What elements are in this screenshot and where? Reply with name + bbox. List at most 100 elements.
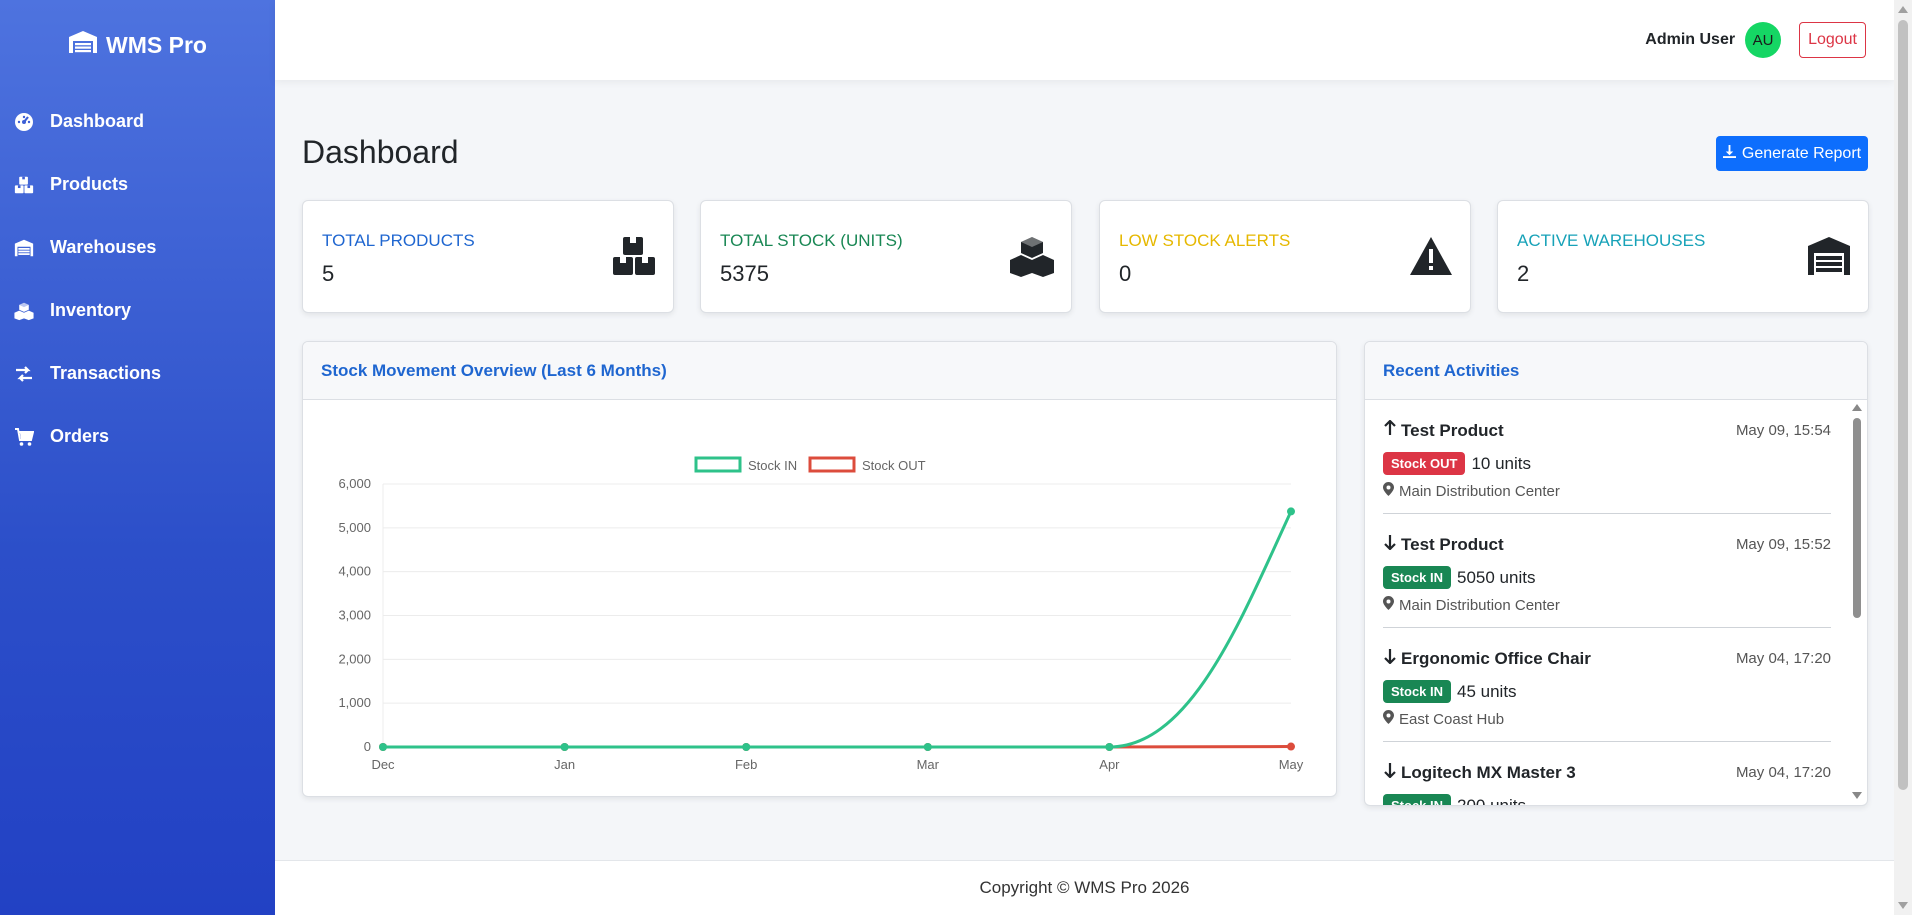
stat-label: ACTIVE WAREHOUSES <box>1517 231 1706 250</box>
activity-qty: 5050 units <box>1457 567 1536 587</box>
user-name: Admin User <box>1645 31 1736 48</box>
stat-value: 0 <box>1119 261 1132 286</box>
scroll-up-icon[interactable] <box>1898 6 1908 13</box>
activity-location-text: Main Distribution Center <box>1399 596 1560 614</box>
activity-title: Test Product <box>1383 419 1504 441</box>
warehouse-icon <box>14 238 34 258</box>
legend-label: Stock OUT <box>862 458 926 473</box>
activity-type-badge: Stock IN <box>1383 680 1452 703</box>
sidebar-item-label: Orders <box>50 426 110 446</box>
scroll-down-icon[interactable] <box>1898 902 1908 909</box>
data-point <box>1287 507 1295 516</box>
series-line-stock-in <box>382 510 1293 749</box>
y-tick-label: 3,000 <box>338 608 371 623</box>
activity-detail: Stock IN 45 units <box>1383 680 1517 703</box>
warehouse-icon <box>68 30 98 60</box>
activity-title: Ergonomic Office Chair <box>1383 648 1591 669</box>
activity-time: May 09, 15:54 <box>1735 422 1831 439</box>
x-tick-label: Mar <box>917 757 940 772</box>
activity-detail: Stock IN 200 units <box>1383 794 1526 805</box>
recent-activities-card: Recent Activities Test Product May 09, 15… <box>1364 341 1868 806</box>
brand[interactable]: WMS Pro <box>0 0 275 90</box>
logout-button[interactable]: Logout <box>1799 22 1866 58</box>
y-tick-label: 6,000 <box>338 476 371 491</box>
y-tick-label: 4,000 <box>338 564 371 579</box>
stat-value: 5 <box>322 261 335 286</box>
download-icon <box>1722 144 1736 163</box>
footer-text: Copyright © WMS Pro 2026 <box>979 878 1190 897</box>
activity-qty: 10 units <box>1471 453 1532 473</box>
data-point <box>742 743 751 751</box>
sidebar-item-label: Inventory <box>50 300 132 320</box>
scrollbar-thumb[interactable] <box>1898 20 1908 790</box>
generate-report-label: Generate Report <box>1741 144 1862 162</box>
data-point <box>1105 743 1114 751</box>
activity-product: Test Product <box>1401 534 1504 554</box>
activity-qty: 45 units <box>1457 681 1517 701</box>
topbar: Admin User AU Logout <box>275 0 1894 80</box>
legend-label: Stock IN <box>748 458 797 473</box>
sidebar-item-products[interactable]: Products <box>0 153 275 216</box>
activity-item[interactable]: Logitech MX Master 3 May 04, 17:20 Stock I… <box>1383 742 1831 805</box>
sidebar-item-transactions[interactable]: Transactions <box>0 342 275 405</box>
warehouse-icon <box>1806 235 1852 277</box>
activity-item[interactable]: Ergonomic Office Chair May 04, 17:20 Stock… <box>1383 628 1831 742</box>
activity-detail: Stock IN 5050 units <box>1383 566 1535 589</box>
activity-title: Test Product <box>1383 534 1504 555</box>
activity-location: Main Distribution Center <box>1383 482 1560 500</box>
activity-location: East Coast Hub <box>1383 710 1504 728</box>
activity-detail: Stock OUT 10 units <box>1383 452 1531 475</box>
warning-icon <box>1408 235 1454 277</box>
sidebar-item-label: Products <box>50 174 129 194</box>
sidebar-item-warehouses[interactable]: Warehouses <box>0 216 275 279</box>
activity-scrollbar[interactable] <box>1851 404 1863 799</box>
arrow-down-icon <box>1383 648 1397 669</box>
activity-product: Test Product <box>1401 420 1504 440</box>
activity-product: Ergonomic Office Chair <box>1401 648 1591 668</box>
activity-list[interactable]: Test Product May 09, 15:54 Stock OUT 10 uni… <box>1365 400 1867 805</box>
stat-card-active-warehouses: ACTIVE WAREHOUSES 2 <box>1497 200 1869 313</box>
stock-movement-card: Stock Movement Overview (Last 6 Months) … <box>302 341 1337 797</box>
stat-card-total-stock-units: TOTAL STOCK (UNITS) 5375 <box>700 200 1072 313</box>
sidebar-item-orders[interactable]: Orders <box>0 405 275 468</box>
stat-value: 5375 <box>720 261 769 286</box>
x-tick-label: Jan <box>554 757 575 772</box>
stat-card-total-products: TOTAL PRODUCTS 5 <box>302 200 674 313</box>
scrollbar-thumb[interactable] <box>1853 418 1861 618</box>
data-point <box>1287 742 1295 751</box>
activity-time: May 04, 17:20 <box>1735 650 1831 667</box>
stock-movement-chart: 0 1,000 2,000 3,000 4,000 5,000 6,000 Dec Jan Feb… <box>338 456 1304 772</box>
data-point <box>923 743 932 751</box>
cubes-icon <box>1009 235 1055 277</box>
activity-location-text: Main Distribution Center <box>1399 482 1560 500</box>
map-pin-icon <box>1383 710 1394 728</box>
data-point <box>560 743 569 751</box>
sidebar-item-inventory[interactable]: Inventory <box>0 279 275 342</box>
activity-item[interactable]: Test Product May 09, 15:52 Stock IN 5050 un… <box>1383 514 1831 628</box>
boxes-icon <box>14 175 34 195</box>
generate-report-button[interactable]: Generate Report <box>1716 136 1868 171</box>
brand-name: WMS Pro <box>106 31 207 58</box>
legend-swatch <box>808 456 856 473</box>
activity-type-badge: Stock IN <box>1383 566 1452 589</box>
activity-time: May 04, 17:20 <box>1735 764 1831 781</box>
exchange-icon <box>14 364 34 384</box>
footer: Copyright © WMS Pro 2026 <box>275 860 1894 915</box>
activity-type-badge: Stock IN <box>1383 794 1452 805</box>
avatar[interactable]: AU <box>1745 22 1782 58</box>
cubes-icon <box>14 301 34 321</box>
sidebar: WMS Pro Dashboard Products Warehouses Inven… <box>0 0 275 915</box>
sidebar-item-dashboard[interactable]: Dashboard <box>0 90 275 153</box>
page-scrollbar[interactable] <box>1894 0 1912 915</box>
stat-card-low-stock-alerts: LOW STOCK ALERTS 0 <box>1099 200 1471 313</box>
stat-label: TOTAL STOCK (UNITS) <box>720 231 903 250</box>
stat-value: 2 <box>1517 261 1530 286</box>
y-tick-label: 0 <box>364 739 371 754</box>
stat-label: LOW STOCK ALERTS <box>1119 231 1291 250</box>
scroll-up-icon[interactable] <box>1852 404 1862 411</box>
arrow-up-icon <box>1383 419 1397 441</box>
sidebar-item-label: Warehouses <box>50 237 157 257</box>
activity-item[interactable]: Test Product May 09, 15:54 Stock OUT 10 uni… <box>1383 400 1831 514</box>
scroll-down-icon[interactable] <box>1852 792 1862 799</box>
sidebar-item-label: Dashboard <box>50 111 145 131</box>
